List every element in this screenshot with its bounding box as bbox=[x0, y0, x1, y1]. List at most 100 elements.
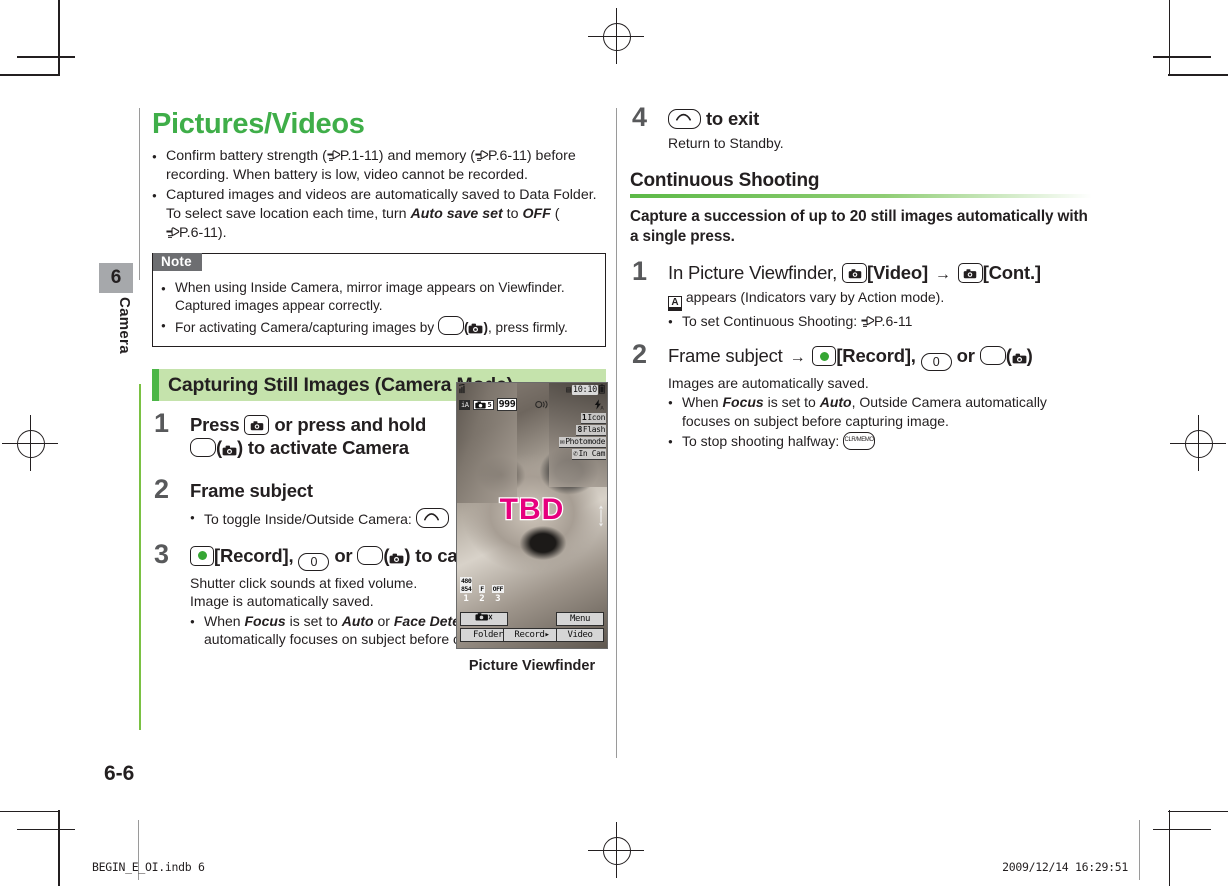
chapter-name-label: Camera bbox=[116, 297, 133, 354]
intro-bullet-list: Confirm battery strength (P.1-11) and me… bbox=[152, 147, 606, 243]
footer-divider-right bbox=[1139, 820, 1140, 880]
cs2-b1-term2: Auto bbox=[819, 394, 852, 411]
bottom-indicator-2-num: 2 bbox=[479, 594, 485, 604]
center-key-icon bbox=[812, 346, 837, 367]
clock-label: 10:10 bbox=[571, 384, 598, 395]
zero-key-icon: 0 bbox=[920, 352, 952, 371]
bottom-indicator-3: OFF 3 bbox=[491, 585, 504, 604]
cont-step-2-record-label: [Record], bbox=[836, 345, 916, 367]
flash-auto-icon: A bbox=[593, 399, 605, 413]
camera-glyph-icon bbox=[468, 321, 483, 339]
right-column: 4 to exit Return to Standby. Continuous … bbox=[630, 104, 1092, 452]
quality-badge: F bbox=[479, 585, 485, 593]
shots-remaining-label: 999 bbox=[496, 398, 518, 411]
center-key-icon bbox=[190, 545, 214, 566]
cont-step-1-bullet-1: To set Continuous Shooting: P.6-11 bbox=[668, 312, 1092, 332]
side-menu-key-4: ✆ bbox=[573, 449, 578, 458]
registration-mark-right bbox=[1170, 415, 1226, 471]
manual-page: 6 Camera Pictures/Videos Confirm battery… bbox=[0, 0, 1228, 886]
intro-bullet-2: Captured images and videos are automatic… bbox=[152, 186, 606, 243]
s3-b1-term1: Focus bbox=[244, 612, 286, 629]
cont-step-1-body: A appears (Indicators vary by Action mod… bbox=[668, 288, 1092, 311]
softkey-camera-off-icon[interactable] bbox=[460, 612, 508, 626]
step-1-head-part1: Press bbox=[190, 414, 240, 436]
s3-b1-term2: Auto bbox=[341, 612, 374, 629]
soft-key-icon bbox=[190, 438, 216, 458]
registration-mark-top bbox=[588, 8, 644, 64]
viewfinder-indicator-row: iA 5 999 bbox=[459, 398, 518, 411]
sidebar-divider-top bbox=[139, 108, 140, 280]
alarm-icon: ▤ bbox=[566, 385, 571, 394]
mic-icon bbox=[535, 400, 550, 411]
camera-key-icon bbox=[957, 262, 983, 283]
softkey-video[interactable]: Video bbox=[556, 628, 604, 642]
s3-b1-pre: When bbox=[204, 612, 245, 629]
side-menu-label-2: Flash bbox=[582, 425, 605, 434]
send-key-icon bbox=[415, 508, 449, 529]
viewfinder-side-menu: 1 Icon 8 Flash ✉ Photomode ✆ In Cam bbox=[558, 413, 606, 460]
side-menu-item-icon[interactable]: 1 Icon bbox=[580, 413, 606, 424]
side-menu-key-2: 8 bbox=[577, 425, 582, 434]
softkey-menu[interactable]: Menu bbox=[556, 612, 604, 626]
step-4: 4 to exit Return to Standby. bbox=[630, 104, 1092, 152]
subsection-lead: Capture a succession of up to 20 still i… bbox=[630, 208, 1088, 245]
cont-step-2-bullet-1: When Focus is set to Auto, Outside Camer… bbox=[668, 393, 1092, 431]
cont-step-1: 1 In Picture Viewfinder, [Video] → [Cont… bbox=[630, 257, 1092, 332]
cont-step-1-number: 1 bbox=[632, 255, 648, 286]
cont-step-2-or-label: or bbox=[956, 345, 975, 367]
picture-viewfinder-figure: ▤ 10:10 iA 5 999 A 1 Icon 8 Flash ✉ Phot… bbox=[456, 382, 608, 674]
footer-timestamp: 2009/12/14 16:29:51 bbox=[1002, 860, 1128, 874]
cont-step-1-head-pre: In Picture Viewfinder, bbox=[668, 261, 838, 283]
subsection-rule bbox=[630, 194, 1092, 199]
subsection-title: Continuous Shooting bbox=[630, 170, 820, 192]
step-4-heading: to exit bbox=[668, 108, 1092, 131]
cont-step-2-head-pre: Frame subject bbox=[668, 345, 783, 367]
tbd-watermark: TBD bbox=[498, 492, 565, 528]
chapter-number-tab: 6 bbox=[99, 263, 133, 293]
viewfinder-status-bar: ▤ 10:10 bbox=[457, 383, 607, 396]
arrow-right-icon: → bbox=[789, 349, 806, 367]
cont-step-2-heading: Frame subject → [Record], 0 or () bbox=[668, 345, 1033, 371]
cs2-b1-mid: is set to bbox=[763, 394, 820, 411]
cont-step-2-bullet-list: When Focus is set to Auto, Outside Camer… bbox=[668, 393, 1092, 451]
phone-screen: ▤ 10:10 iA 5 999 A 1 Icon 8 Flash ✉ Phot… bbox=[456, 382, 608, 649]
registration-mark-left bbox=[2, 415, 58, 471]
step-4-head-label: to exit bbox=[705, 108, 760, 129]
side-menu-item-photomode[interactable]: ✉ Photomode bbox=[558, 437, 606, 448]
end-key-icon bbox=[668, 109, 701, 129]
cs2-b2-text: To stop shooting halfway: bbox=[682, 432, 840, 449]
viewfinder-softkey-row: Folder Record▸ Menu Video bbox=[457, 612, 607, 646]
camera-glyph-icon bbox=[389, 547, 404, 570]
note-bullet-1: When using Inside Camera, mirror image a… bbox=[161, 279, 597, 315]
footer-filename: BEGIN_E_OI.indb 6 bbox=[92, 860, 205, 874]
side-menu-label-3: Photomode bbox=[565, 437, 605, 446]
step-3-or-label: or bbox=[334, 544, 353, 566]
zero-key-icon: 0 bbox=[298, 552, 330, 571]
page-title: Pictures/Videos bbox=[152, 108, 365, 140]
cont-step-2: 2 Frame subject → [Record], 0 or () Imag… bbox=[630, 341, 1092, 452]
cont-step-1-heading: In Picture Viewfinder, [Video] → [Cont.] bbox=[668, 262, 1092, 285]
step-1-number: 1 bbox=[154, 408, 170, 439]
side-menu-key-3: ✉ bbox=[559, 437, 565, 446]
camera-glyph-icon bbox=[1012, 347, 1027, 370]
side-menu-item-incam[interactable]: ✆ In Cam bbox=[572, 449, 606, 460]
action-mode-badge: iA bbox=[459, 399, 471, 410]
cont-step-1-cont-label: [Cont.] bbox=[982, 261, 1041, 283]
bottom-indicator-3-num: 3 bbox=[495, 594, 501, 604]
soft-key-icon bbox=[437, 316, 464, 336]
softkey-record[interactable]: Record▸ bbox=[503, 628, 561, 642]
bottom-indicator-1-num: 1 bbox=[463, 594, 469, 604]
page-ref-icon-3: P.6-11 bbox=[166, 225, 218, 241]
step-2-bullet-1-text: To toggle Inside/Outside Camera: bbox=[204, 511, 412, 528]
cont-step-2-number: 2 bbox=[632, 339, 648, 370]
side-menu-item-flash[interactable]: 8 Flash bbox=[576, 425, 606, 436]
bottom-indicator-2: F 2 bbox=[479, 585, 485, 604]
note-box: Note When using Inside Camera, mirror im… bbox=[152, 252, 606, 348]
intro-bullet-1: Confirm battery strength (P.1-11) and me… bbox=[152, 147, 606, 185]
step-3-record-label: [Record], bbox=[214, 544, 294, 566]
bottom-indicator-1: 480 854 1 bbox=[460, 577, 473, 604]
page-ref-icon-2: P.6-11 bbox=[475, 148, 527, 164]
cs2-b1-term1: Focus bbox=[722, 394, 764, 411]
step-4-body: Return to Standby. bbox=[668, 134, 784, 151]
camera-key-icon bbox=[842, 262, 867, 283]
